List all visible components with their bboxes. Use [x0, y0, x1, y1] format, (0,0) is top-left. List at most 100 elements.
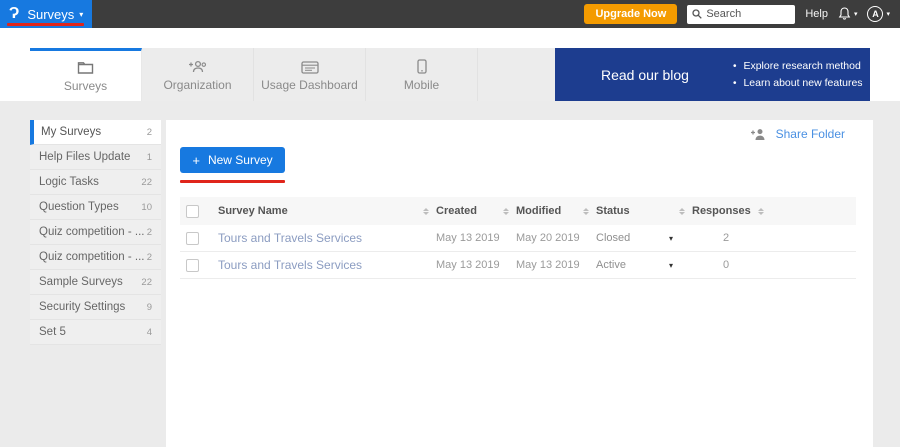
sidebar-item-quiz-competition-2[interactable]: Quiz competition - ... 2 — [30, 245, 161, 270]
sort-icon[interactable] — [423, 208, 429, 215]
chevron-down-icon: ▾ — [854, 10, 858, 18]
sidebar-item-label: Help Files Update — [39, 151, 130, 163]
dashboard-icon — [301, 58, 319, 74]
sidebar-item-logic-tasks[interactable]: Logic Tasks 22 — [30, 170, 161, 195]
surveys-table: Survey Name Created Modified Status Resp… — [180, 197, 856, 279]
tab-band: Surveys Organization — [0, 28, 900, 101]
blog-bullet: Learn about new features — [733, 75, 863, 92]
sidebar-item-quiz-competition-1[interactable]: Quiz competition - ... 2 — [30, 220, 161, 245]
brand-logo-icon: Ɂ — [9, 6, 19, 22]
app-menu-label: Surveys — [27, 7, 74, 22]
column-header-label: Responses — [692, 205, 751, 217]
sidebar-item-label: Sample Surveys — [39, 276, 123, 288]
sidebar-item-set-5[interactable]: Set 5 4 — [30, 320, 161, 345]
account-menu[interactable]: A ▾ — [867, 6, 890, 22]
survey-name-link[interactable]: Tours and Travels Services — [218, 231, 362, 245]
upgrade-now-button[interactable]: Upgrade Now — [584, 4, 677, 24]
people-add-icon — [188, 58, 208, 74]
tab-label: Organization — [163, 78, 231, 92]
column-header-label: Modified — [516, 205, 561, 217]
tab-strip: Surveys Organization — [30, 48, 555, 101]
row-checkbox[interactable] — [186, 259, 199, 272]
sidebar-item-count: 10 — [141, 202, 152, 213]
bell-icon — [838, 7, 851, 21]
chevron-down-icon: ▾ — [886, 10, 890, 18]
column-header-status[interactable]: Status — [583, 205, 679, 217]
avatar: A — [867, 6, 883, 22]
sort-icon[interactable] — [758, 208, 764, 215]
sidebar-item-my-surveys[interactable]: My Surveys 2 — [30, 120, 161, 145]
folders-sidebar: My Surveys 2 Help Files Update 1 Logic T… — [30, 120, 161, 345]
sidebar-item-label: Question Types — [39, 201, 119, 213]
column-header-responses[interactable]: Responses — [679, 205, 779, 217]
person-add-icon — [750, 128, 767, 141]
status-dropdown-caret[interactable]: ▾ — [669, 261, 673, 270]
sidebar-item-sample-surveys[interactable]: Sample Surveys 22 — [30, 270, 161, 295]
status-dropdown-caret[interactable]: ▾ — [669, 234, 673, 243]
responses-count: 2 — [679, 232, 729, 244]
new-survey-area: + New Survey — [180, 147, 285, 173]
plus-icon: + — [192, 153, 200, 168]
sidebar-item-count: 4 — [147, 327, 152, 338]
column-header-created[interactable]: Created — [423, 205, 503, 217]
blog-panel-title: Read our blog — [601, 67, 689, 83]
blog-promo-panel[interactable]: Read our blog Explore research method Le… — [555, 48, 870, 101]
new-survey-button[interactable]: + New Survey — [180, 147, 285, 173]
table-header-row: Survey Name Created Modified Status Resp… — [180, 197, 856, 225]
sidebar-item-security-settings[interactable]: Security Settings 9 — [30, 295, 161, 320]
top-bar: Ɂ Surveys ▾ Upgrade Now Help — [0, 0, 900, 28]
folder-icon — [77, 59, 94, 75]
annotation-underline-logo — [7, 23, 84, 26]
column-header-modified[interactable]: Modified — [503, 205, 583, 217]
modified-date: May 13 2019 — [503, 259, 580, 271]
sidebar-item-count: 1 — [147, 152, 152, 163]
sidebar-item-count: 9 — [147, 302, 152, 313]
tab-surveys[interactable]: Surveys — [30, 48, 142, 101]
sort-icon[interactable] — [679, 208, 685, 215]
column-header-label: Status — [596, 205, 630, 217]
sidebar-item-label: Logic Tasks — [39, 176, 99, 188]
tab-organization[interactable]: Organization — [142, 48, 254, 101]
search-input[interactable] — [706, 8, 790, 20]
topbar-right: Upgrade Now Help ▾ A ▾ — [584, 4, 900, 24]
help-link[interactable]: Help — [805, 8, 828, 20]
sidebar-item-question-types[interactable]: Question Types 10 — [30, 195, 161, 220]
row-checkbox[interactable] — [186, 232, 199, 245]
topbar-search[interactable] — [687, 5, 795, 24]
responses-count: 0 — [679, 259, 729, 271]
sort-icon[interactable] — [503, 208, 509, 215]
sidebar-item-label: My Surveys — [41, 126, 101, 138]
status-value: Closed — [583, 232, 630, 244]
tab-label: Surveys — [64, 79, 107, 93]
sort-icon[interactable] — [583, 208, 589, 215]
sidebar-item-count: 2 — [147, 252, 152, 263]
survey-name-link[interactable]: Tours and Travels Services — [218, 258, 362, 272]
column-header-survey-name[interactable]: Survey Name — [218, 205, 423, 217]
select-all-checkbox[interactable] — [186, 205, 199, 218]
header-checkbox-cell — [180, 205, 218, 218]
app-logo-menu[interactable]: Ɂ Surveys ▾ — [0, 0, 92, 28]
chevron-down-icon: ▾ — [79, 10, 83, 19]
sidebar-item-label: Set 5 — [39, 326, 66, 338]
column-header-label: Created — [436, 205, 477, 217]
blog-bullet-list: Explore research method Learn about new … — [733, 58, 863, 92]
notifications-menu[interactable]: ▾ — [838, 7, 858, 21]
sidebar-item-label: Quiz competition - ... — [39, 226, 144, 238]
sidebar-item-count: 22 — [141, 177, 152, 188]
tab-usage-dashboard[interactable]: Usage Dashboard — [254, 48, 366, 101]
sidebar-item-label: Security Settings — [39, 301, 125, 313]
table-row: Tours and Travels Services May 13 2019 M… — [180, 225, 856, 252]
search-icon — [692, 9, 702, 19]
share-folder[interactable]: Share Folder — [750, 127, 845, 141]
main-content-panel: Share Folder + New Survey Survey Name Cr… — [166, 120, 873, 447]
share-folder-link[interactable]: Share Folder — [776, 127, 845, 141]
app-menu[interactable]: Surveys ▾ — [27, 7, 83, 22]
blog-bullet: Explore research method — [733, 58, 863, 75]
sidebar-item-count: 2 — [147, 227, 152, 238]
new-survey-button-label: New Survey — [208, 153, 273, 167]
sidebar-item-help-files-update[interactable]: Help Files Update 1 — [30, 145, 161, 170]
status-value: Active — [583, 259, 626, 271]
annotation-underline-new-survey — [180, 180, 285, 183]
tab-mobile[interactable]: Mobile — [366, 48, 478, 101]
created-date: May 13 2019 — [423, 232, 500, 244]
